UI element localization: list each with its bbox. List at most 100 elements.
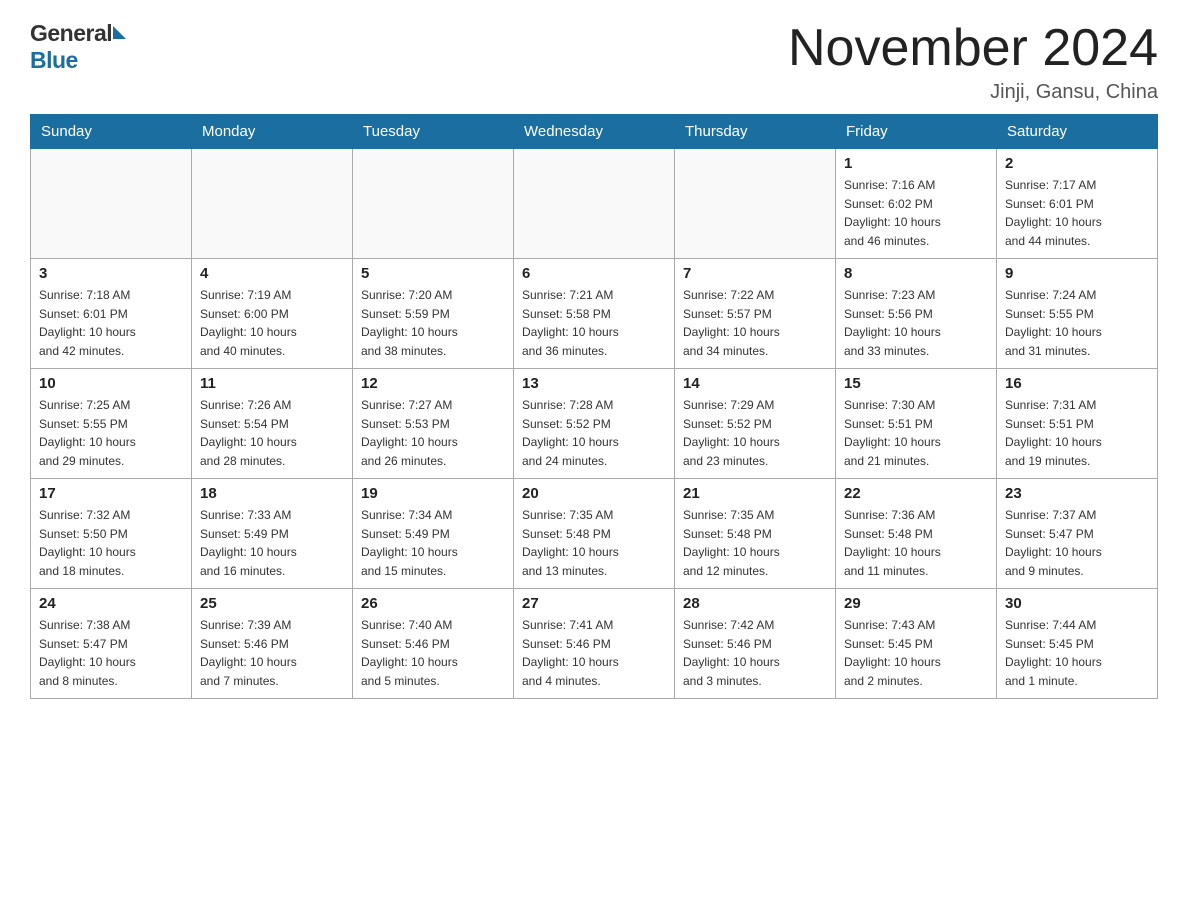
calendar-cell	[514, 149, 675, 259]
day-number: 27	[522, 595, 666, 612]
logo-general-text: General	[30, 20, 112, 47]
day-number: 16	[1005, 375, 1149, 392]
day-number: 25	[200, 595, 344, 612]
day-number: 4	[200, 265, 344, 282]
calendar-cell: 9 Sunrise: 7:24 AMSunset: 5:55 PMDaylight…	[997, 259, 1158, 369]
calendar-week-3: 10 Sunrise: 7:25 AMSunset: 5:55 PMDayligh…	[31, 369, 1158, 479]
day-number: 12	[361, 375, 505, 392]
calendar-cell: 22 Sunrise: 7:36 AMSunset: 5:48 PMDayligh…	[836, 479, 997, 589]
day-info: Sunrise: 7:42 AMSunset: 5:46 PMDaylight:…	[683, 616, 827, 690]
day-number: 14	[683, 375, 827, 392]
day-info: Sunrise: 7:27 AMSunset: 5:53 PMDaylight:…	[361, 396, 505, 470]
weekday-header-sunday: Sunday	[31, 115, 192, 149]
calendar-cell: 29 Sunrise: 7:43 AMSunset: 5:45 PMDayligh…	[836, 589, 997, 699]
calendar-cell: 27 Sunrise: 7:41 AMSunset: 5:46 PMDayligh…	[514, 589, 675, 699]
day-info: Sunrise: 7:17 AMSunset: 6:01 PMDaylight:…	[1005, 176, 1149, 250]
day-info: Sunrise: 7:26 AMSunset: 5:54 PMDaylight:…	[200, 396, 344, 470]
weekday-header-saturday: Saturday	[997, 115, 1158, 149]
day-number: 2	[1005, 155, 1149, 172]
day-info: Sunrise: 7:16 AMSunset: 6:02 PMDaylight:…	[844, 176, 988, 250]
day-info: Sunrise: 7:36 AMSunset: 5:48 PMDaylight:…	[844, 506, 988, 580]
day-info: Sunrise: 7:41 AMSunset: 5:46 PMDaylight:…	[522, 616, 666, 690]
calendar-cell: 4 Sunrise: 7:19 AMSunset: 6:00 PMDaylight…	[192, 259, 353, 369]
calendar-cell: 5 Sunrise: 7:20 AMSunset: 5:59 PMDaylight…	[353, 259, 514, 369]
day-info: Sunrise: 7:28 AMSunset: 5:52 PMDaylight:…	[522, 396, 666, 470]
calendar-cell: 30 Sunrise: 7:44 AMSunset: 5:45 PMDayligh…	[997, 589, 1158, 699]
calendar-cell: 11 Sunrise: 7:26 AMSunset: 5:54 PMDayligh…	[192, 369, 353, 479]
calendar-cell: 17Sunrise: 7:32 AMSunset: 5:50 PMDayligh…	[31, 479, 192, 589]
day-info: Sunrise: 7:23 AMSunset: 5:56 PMDaylight:…	[844, 286, 988, 360]
calendar-table: SundayMondayTuesdayWednesdayThursdayFrid…	[30, 114, 1158, 699]
day-info: Sunrise: 7:38 AMSunset: 5:47 PMDaylight:…	[39, 616, 183, 690]
calendar-cell: 21Sunrise: 7:35 AMSunset: 5:48 PMDayligh…	[675, 479, 836, 589]
day-number: 13	[522, 375, 666, 392]
calendar-week-2: 3 Sunrise: 7:18 AMSunset: 6:01 PMDaylight…	[31, 259, 1158, 369]
calendar-cell: 24Sunrise: 7:38 AMSunset: 5:47 PMDayligh…	[31, 589, 192, 699]
calendar-cell: 18 Sunrise: 7:33 AMSunset: 5:49 PMDayligh…	[192, 479, 353, 589]
calendar-cell: 26 Sunrise: 7:40 AMSunset: 5:46 PMDayligh…	[353, 589, 514, 699]
calendar-cell: 20Sunrise: 7:35 AMSunset: 5:48 PMDayligh…	[514, 479, 675, 589]
day-info: Sunrise: 7:24 AMSunset: 5:55 PMDaylight:…	[1005, 286, 1149, 360]
calendar-cell: 15Sunrise: 7:30 AMSunset: 5:51 PMDayligh…	[836, 369, 997, 479]
calendar-cell: 2 Sunrise: 7:17 AMSunset: 6:01 PMDaylight…	[997, 149, 1158, 259]
day-number: 1	[844, 155, 988, 172]
title-block: November 2024 Jinji, Gansu, China	[788, 20, 1158, 104]
logo-blue-text: Blue	[30, 47, 78, 73]
day-number: 18	[200, 485, 344, 502]
day-number: 23	[1005, 485, 1149, 502]
calendar-cell: 28Sunrise: 7:42 AMSunset: 5:46 PMDayligh…	[675, 589, 836, 699]
day-number: 29	[844, 595, 988, 612]
calendar-cell: 12 Sunrise: 7:27 AMSunset: 5:53 PMDayligh…	[353, 369, 514, 479]
day-number: 6	[522, 265, 666, 282]
calendar-cell: 13 Sunrise: 7:28 AMSunset: 5:52 PMDayligh…	[514, 369, 675, 479]
day-info: Sunrise: 7:21 AMSunset: 5:58 PMDaylight:…	[522, 286, 666, 360]
day-number: 7	[683, 265, 827, 282]
day-number: 3	[39, 265, 183, 282]
calendar-cell: 7 Sunrise: 7:22 AMSunset: 5:57 PMDaylight…	[675, 259, 836, 369]
day-info: Sunrise: 7:29 AMSunset: 5:52 PMDaylight:…	[683, 396, 827, 470]
day-number: 19	[361, 485, 505, 502]
day-info: Sunrise: 7:43 AMSunset: 5:45 PMDaylight:…	[844, 616, 988, 690]
day-number: 26	[361, 595, 505, 612]
calendar-cell: 19 Sunrise: 7:34 AMSunset: 5:49 PMDayligh…	[353, 479, 514, 589]
logo-arrow-icon	[113, 26, 126, 39]
calendar-cell: 10 Sunrise: 7:25 AMSunset: 5:55 PMDayligh…	[31, 369, 192, 479]
day-info: Sunrise: 7:22 AMSunset: 5:57 PMDaylight:…	[683, 286, 827, 360]
calendar-cell	[192, 149, 353, 259]
day-number: 21	[683, 485, 827, 502]
day-number: 30	[1005, 595, 1149, 612]
day-info: Sunrise: 7:19 AMSunset: 6:00 PMDaylight:…	[200, 286, 344, 360]
weekday-header-wednesday: Wednesday	[514, 115, 675, 149]
calendar-cell: 16 Sunrise: 7:31 AMSunset: 5:51 PMDayligh…	[997, 369, 1158, 479]
calendar-week-1: 1 Sunrise: 7:16 AMSunset: 6:02 PMDaylight…	[31, 149, 1158, 259]
day-number: 11	[200, 375, 344, 392]
calendar-cell: 6 Sunrise: 7:21 AMSunset: 5:58 PMDaylight…	[514, 259, 675, 369]
weekday-header-friday: Friday	[836, 115, 997, 149]
calendar-cell	[353, 149, 514, 259]
calendar-week-4: 17Sunrise: 7:32 AMSunset: 5:50 PMDayligh…	[31, 479, 1158, 589]
calendar-cell	[31, 149, 192, 259]
day-info: Sunrise: 7:20 AMSunset: 5:59 PMDaylight:…	[361, 286, 505, 360]
weekday-header-thursday: Thursday	[675, 115, 836, 149]
day-number: 15	[844, 375, 988, 392]
day-info: Sunrise: 7:31 AMSunset: 5:51 PMDaylight:…	[1005, 396, 1149, 470]
day-number: 9	[1005, 265, 1149, 282]
day-info: Sunrise: 7:44 AMSunset: 5:45 PMDaylight:…	[1005, 616, 1149, 690]
day-info: Sunrise: 7:40 AMSunset: 5:46 PMDaylight:…	[361, 616, 505, 690]
location-text: Jinji, Gansu, China	[788, 81, 1158, 104]
day-number: 5	[361, 265, 505, 282]
day-info: Sunrise: 7:33 AMSunset: 5:49 PMDaylight:…	[200, 506, 344, 580]
day-info: Sunrise: 7:39 AMSunset: 5:46 PMDaylight:…	[200, 616, 344, 690]
day-info: Sunrise: 7:34 AMSunset: 5:49 PMDaylight:…	[361, 506, 505, 580]
day-info: Sunrise: 7:25 AMSunset: 5:55 PMDaylight:…	[39, 396, 183, 470]
day-number: 10	[39, 375, 183, 392]
day-info: Sunrise: 7:18 AMSunset: 6:01 PMDaylight:…	[39, 286, 183, 360]
page-header: General Blue November 2024 Jinji, Gansu,…	[30, 20, 1158, 104]
day-number: 8	[844, 265, 988, 282]
calendar-week-5: 24Sunrise: 7:38 AMSunset: 5:47 PMDayligh…	[31, 589, 1158, 699]
day-number: 22	[844, 485, 988, 502]
day-info: Sunrise: 7:35 AMSunset: 5:48 PMDaylight:…	[522, 506, 666, 580]
day-info: Sunrise: 7:37 AMSunset: 5:47 PMDaylight:…	[1005, 506, 1149, 580]
calendar-cell: 3 Sunrise: 7:18 AMSunset: 6:01 PMDaylight…	[31, 259, 192, 369]
calendar-cell: 23 Sunrise: 7:37 AMSunset: 5:47 PMDayligh…	[997, 479, 1158, 589]
